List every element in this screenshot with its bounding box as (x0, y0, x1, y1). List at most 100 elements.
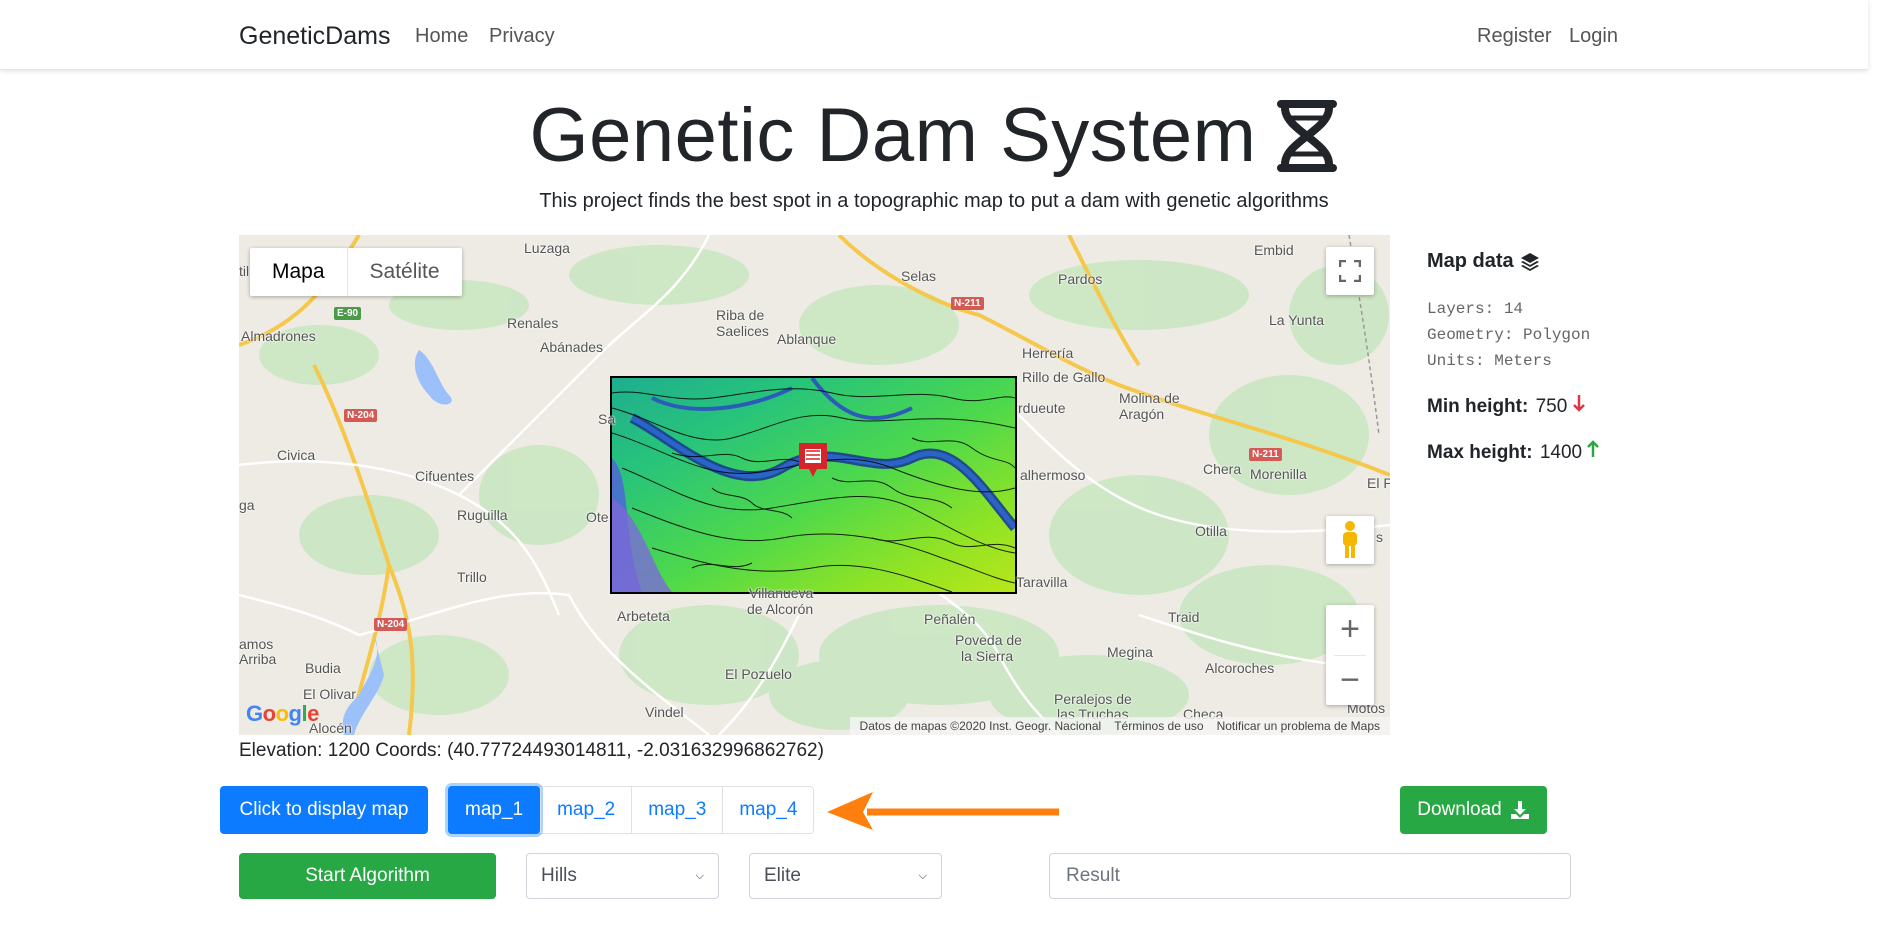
map-data-credit: Datos de mapas ©2020 Inst. Geogr. Nacion… (859, 719, 1102, 733)
place-label: Aragón (1119, 406, 1165, 422)
selection-method-value: Elite (764, 865, 801, 886)
nav-link-register[interactable]: Register (1477, 25, 1551, 48)
place-label: Almadrones (241, 328, 316, 344)
place-label: Megina (1107, 644, 1153, 660)
street-view-button[interactable] (1326, 516, 1374, 564)
geometry-info: Geometry: Polygon (1427, 326, 1591, 344)
place-label: Luzaga (524, 240, 570, 256)
map-attribution: Datos de mapas ©2020 Inst. Geogr. Nacion… (849, 717, 1390, 735)
download-icon (1510, 801, 1529, 819)
max-height-value: 1400 (1539, 442, 1583, 463)
min-height-label: Min height: (1427, 396, 1529, 417)
place-label: Rillo de Gallo (1022, 369, 1106, 385)
place-label: Ote (586, 509, 609, 525)
place-label: amos (239, 636, 274, 652)
layers-info: Layers: 14 (1427, 300, 1524, 318)
place-label: Selas (901, 268, 937, 284)
zoom-in-icon[interactable]: + (1326, 605, 1374, 655)
road-shield: E-90 (334, 307, 362, 320)
place-label: Morenilla (1250, 466, 1307, 482)
max-height-label: Max height: (1427, 442, 1533, 463)
place-label: ga (239, 497, 255, 513)
place-label: El P (1367, 475, 1390, 491)
topographic-map-image (612, 378, 1015, 592)
map-selector: map_1 map_2 map_3 map_4 (448, 786, 815, 834)
place-label: Vindel (645, 704, 684, 720)
selection-method-select[interactable]: Elite ⌵ (749, 853, 942, 899)
start-algorithm-button[interactable]: Start Algorithm (239, 853, 496, 899)
download-button[interactable]: Download (1400, 786, 1547, 834)
min-height: Min height: 750 (1427, 394, 1599, 418)
map-info: Layers: 14 Geometry: Polygon Units: Mete… (1427, 296, 1599, 374)
map-type-control: Mapa Satélite (250, 248, 462, 296)
google-map[interactable]: Luzaga Selas Pardos Embid Renales Riba d… (239, 235, 1390, 735)
dam-marker-icon[interactable] (797, 441, 829, 479)
place-label: Riba de (716, 307, 765, 323)
fullscreen-button[interactable] (1326, 247, 1374, 295)
topographic-overlay[interactable] (610, 376, 1017, 594)
map-type-mapa-button[interactable]: Mapa (250, 248, 348, 296)
place-label: Sa (598, 411, 616, 427)
map-data-panel: Map data Layers: 14 Geometry: Polygon Un… (1427, 250, 1600, 464)
chevron-down-icon: ⌵ (918, 869, 927, 882)
page-title-row: Genetic Dam System (530, 92, 1339, 179)
map-tab-1[interactable]: map_1 (448, 786, 541, 834)
place-label: La Yunta (1269, 312, 1325, 328)
place-label: la Sierra (961, 648, 1014, 664)
place-label: Peralejos de (1054, 691, 1132, 707)
map-tab-3[interactable]: map_3 (631, 787, 722, 833)
arrow-down-icon (1572, 395, 1585, 412)
nav-link-login[interactable]: Login (1569, 25, 1618, 48)
place-label: Cifuentes (415, 468, 475, 484)
zoom-out-icon[interactable]: − (1326, 655, 1374, 705)
terms-link[interactable]: Términos de uso (1114, 719, 1203, 735)
place-label: Taravilla (1016, 574, 1068, 590)
place-label: El Olivar (303, 686, 356, 702)
min-height-value: 750 (1535, 396, 1568, 417)
pegman-icon (1343, 521, 1357, 558)
place-label: s (1376, 529, 1383, 545)
terrain-select-value: Hills (541, 865, 577, 886)
place-label: Trillo (457, 569, 487, 585)
place-label: Alcoroches (1205, 660, 1275, 676)
fullscreen-icon (1339, 260, 1361, 282)
place-label: alhermoso (1020, 467, 1086, 483)
place-label: Pardos (1058, 271, 1103, 287)
place-label: Peñalén (924, 611, 976, 627)
result-field[interactable]: Result (1049, 853, 1571, 899)
place-label: Arbeteta (617, 608, 670, 624)
place-label: Embid (1254, 242, 1294, 258)
units-info: Units: Meters (1427, 352, 1552, 370)
zoom-control: + − (1326, 605, 1374, 705)
place-label: Otilla (1195, 523, 1227, 539)
arrow-up-icon (1587, 440, 1600, 457)
map-tab-4[interactable]: map_4 (722, 787, 813, 833)
place-label: de Alcorón (747, 601, 814, 617)
place-label: Chera (1203, 461, 1242, 477)
page-title: Genetic Dam System (529, 93, 1257, 178)
road-shield: N-211 (1249, 448, 1282, 461)
brand-logo[interactable]: GeneticDams (239, 22, 390, 51)
map-data-heading: Map data (1427, 250, 1599, 273)
terrain-select[interactable]: Hills ⌵ (526, 853, 719, 899)
nav-link-privacy[interactable]: Privacy (489, 25, 555, 48)
dna-icon (1276, 99, 1337, 172)
navbar: GeneticDams Home Privacy Register Login (0, 0, 1868, 70)
nav-link-home[interactable]: Home (415, 25, 468, 48)
place-label: Renales (507, 315, 559, 331)
place-label: Villanueva (749, 585, 814, 601)
display-map-button[interactable]: Click to display map (220, 786, 428, 834)
report-problem-link[interactable]: Notificar un problema de Maps (1217, 719, 1380, 735)
title-wrap: Genetic Dam System (0, 92, 1868, 179)
place-label: Traid (1168, 609, 1200, 625)
elevation-coords-text: Elevation: 1200 Coords: (40.777244930148… (239, 740, 824, 761)
page-subtitle: This project finds the best spot in a to… (539, 190, 1329, 212)
max-height: Max height: 1400 (1427, 440, 1600, 464)
place-label: Arriba (239, 651, 277, 667)
map-type-satellite-button[interactable]: Satélite (348, 248, 462, 296)
annotation-arrow-icon (827, 792, 1059, 830)
google-logo: Google (246, 701, 319, 726)
map-tab-2[interactable]: map_2 (540, 787, 631, 833)
place-label: El Pozuelo (725, 666, 792, 682)
place-label: Ruguilla (457, 507, 508, 523)
